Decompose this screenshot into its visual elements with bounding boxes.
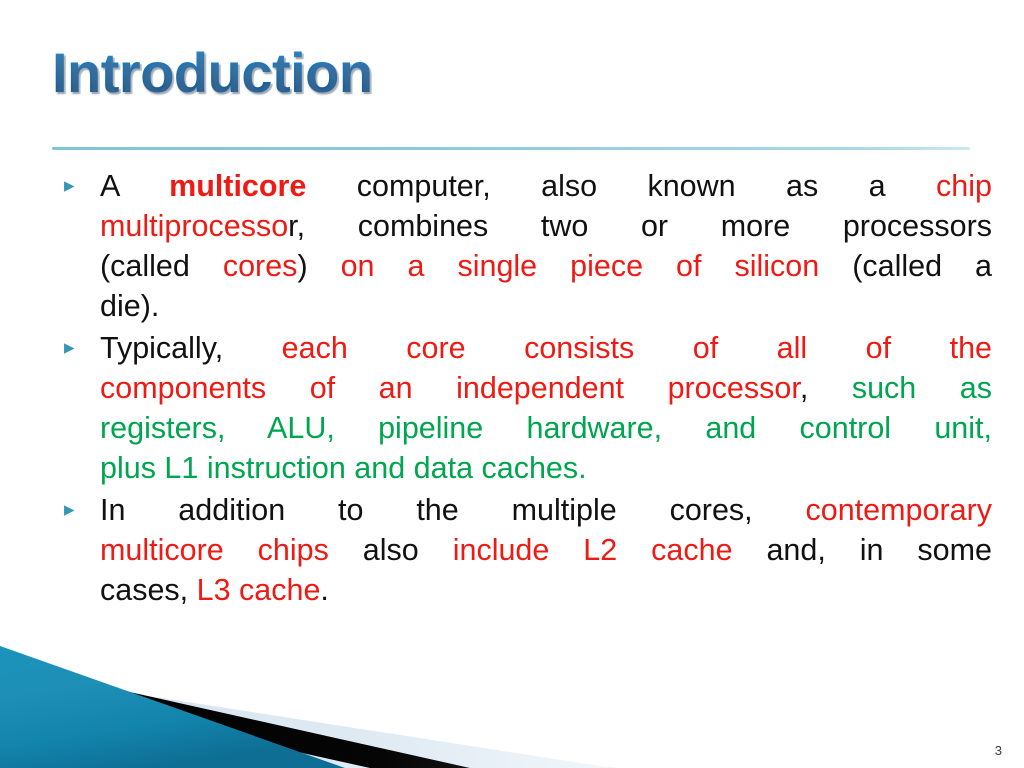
text-run: multicore chips [100, 533, 329, 567]
text-line: components of an independent processor, … [100, 368, 992, 408]
text-run: each core consists of all of the [281, 331, 992, 365]
bullet-triangle-icon: ▸ [64, 498, 75, 521]
text-line: A multicore computer, also known as a ch… [100, 166, 992, 206]
title-divider [52, 147, 970, 150]
bullet-triangle-icon: ▸ [64, 174, 75, 197]
decoration-black-band [0, 663, 470, 768]
text-line: die). [100, 286, 992, 326]
text-run: . [320, 573, 329, 607]
decoration-teal-triangle [0, 646, 345, 768]
text-run: (called a [819, 249, 993, 283]
text-run: and, in some [732, 533, 993, 567]
text-line: cases, L3 cache. [100, 570, 992, 610]
text-line: multiprocessor, combines two or more pro… [100, 206, 992, 246]
text-run: r, combines two or more processors [288, 209, 992, 243]
text-run: In addition to the multiple cores, [100, 493, 806, 527]
text-run: multiprocesso [100, 209, 289, 243]
bullet-text: Typically, each core consists of all of … [100, 328, 992, 488]
text-run: (called [100, 249, 223, 283]
text-run: multicore [169, 169, 307, 203]
bullet-text: In addition to the multiple cores, conte… [100, 490, 992, 610]
text-run: plus L1 instruction and data caches. [100, 451, 587, 485]
text-line: Typically, each core consists of all of … [100, 328, 992, 368]
text-run: computer, also known as a [306, 169, 937, 203]
text-line: multicore chips also include L2 cache an… [100, 530, 992, 570]
text-run: cases, [100, 573, 197, 607]
bullet-text: A multicore computer, also known as a ch… [100, 166, 992, 326]
slide-number: 3 [994, 743, 1002, 758]
bullet-item: ▸ Typically, each core consists of all o… [58, 328, 992, 488]
text-run: , [799, 371, 852, 405]
decoration-pale-band [0, 673, 620, 768]
text-run: on a single piece of silicon [340, 249, 820, 283]
bullet-item: ▸ A multicore computer, also known as a … [58, 166, 992, 326]
text-run: such as [851, 371, 992, 405]
text-run: Typically, [100, 331, 282, 365]
text-line: In addition to the multiple cores, conte… [100, 490, 992, 530]
bullet-item: ▸ In addition to the multiple cores, con… [58, 490, 992, 610]
content-body: ▸ A multicore computer, also known as a … [58, 166, 992, 612]
text-line: plus L1 instruction and data caches. [100, 448, 992, 488]
text-run: die). [100, 289, 160, 323]
text-run: cores [222, 249, 298, 283]
text-run: chip [936, 169, 992, 203]
corner-decoration [0, 646, 620, 768]
text-run: L3 cache [196, 573, 321, 607]
text-line: registers, ALU, pipeline hardware, and c… [100, 408, 992, 448]
text-run: registers, ALU, pipeline hardware, and c… [100, 411, 992, 445]
text-run: A [100, 169, 170, 203]
text-run: components of an independent processor [100, 371, 800, 405]
text-run: include L2 cache [452, 533, 733, 567]
text-run: contemporary [805, 493, 992, 527]
text-run: ) [297, 249, 341, 283]
bullet-triangle-icon: ▸ [64, 336, 75, 359]
page-title: Introduction [52, 43, 972, 103]
text-line: (called cores) on a single piece of sili… [100, 246, 992, 286]
slide: Introduction Introduction ▸ A multicore … [0, 0, 1024, 768]
text-run: also [328, 533, 453, 567]
title-block: Introduction Introduction [52, 43, 972, 124]
